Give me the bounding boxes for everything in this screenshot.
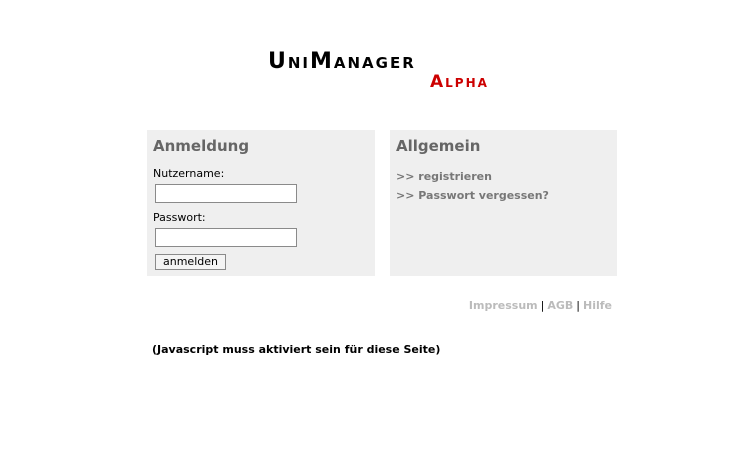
register-link[interactable]: >> registrieren bbox=[396, 167, 611, 186]
app-logo: UniManager Alpha bbox=[268, 50, 528, 95]
logo-subtitle: Alpha bbox=[430, 72, 489, 92]
login-heading: Anmeldung bbox=[153, 137, 250, 155]
general-heading: Allgemein bbox=[396, 137, 481, 155]
password-label: Passwort: bbox=[153, 211, 206, 224]
username-input[interactable] bbox=[155, 184, 297, 203]
logo-title: UniManager bbox=[268, 49, 416, 74]
username-label: Nutzername: bbox=[153, 167, 225, 180]
impressum-link[interactable]: Impressum bbox=[469, 299, 538, 312]
help-link[interactable]: Hilfe bbox=[583, 299, 612, 312]
forgot-password-link[interactable]: >> Passwort vergessen? bbox=[396, 186, 611, 205]
password-input[interactable] bbox=[155, 228, 297, 247]
login-page: UniManager Alpha Anmeldung Nutzername: P… bbox=[0, 0, 747, 465]
javascript-notice: (Javascript muss aktiviert sein für dies… bbox=[152, 343, 441, 356]
footer-separator: | bbox=[576, 299, 580, 312]
general-links: >> registrieren >> Passwort vergessen? bbox=[396, 167, 611, 205]
login-panel: Anmeldung Nutzername: Passwort: anmelden bbox=[147, 130, 375, 276]
agb-link[interactable]: AGB bbox=[547, 299, 573, 312]
footer-separator: | bbox=[540, 299, 545, 312]
footer-links: Impressum | AGB | Hilfe bbox=[469, 299, 612, 313]
general-panel: Allgemein >> registrieren >> Passwort ve… bbox=[390, 130, 617, 276]
login-button[interactable]: anmelden bbox=[155, 254, 226, 270]
